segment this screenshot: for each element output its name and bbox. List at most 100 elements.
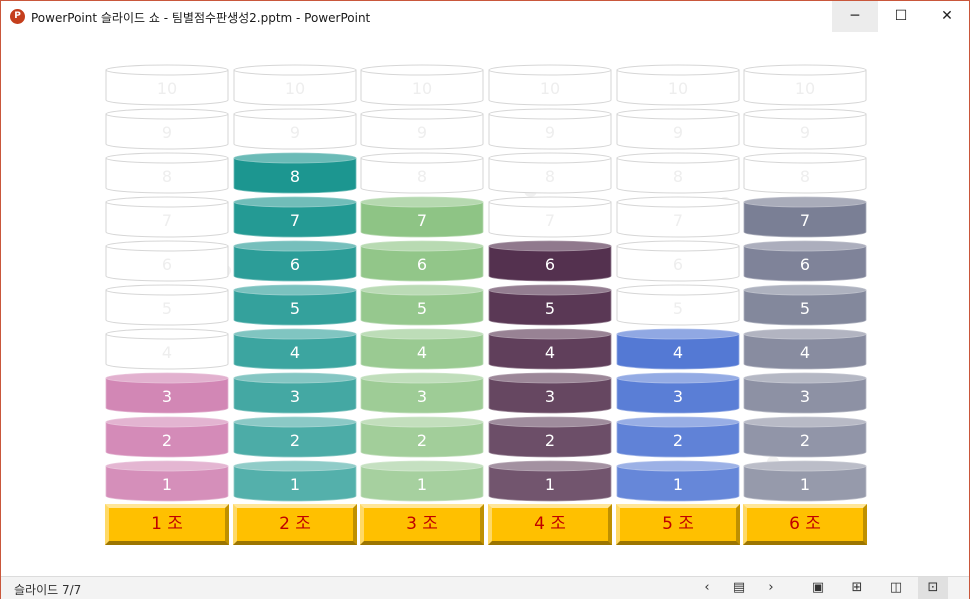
score-block-empty[interactable]: 8: [488, 152, 612, 194]
score-block-filled[interactable]: 2: [616, 416, 740, 458]
maximize-button[interactable]: ☐: [878, 1, 924, 32]
score-block-filled[interactable]: 1: [488, 460, 612, 502]
score-block-filled[interactable]: 5: [360, 284, 484, 326]
score-block-empty[interactable]: 8: [360, 152, 484, 194]
score-block-filled[interactable]: 3: [488, 372, 612, 414]
score-level-label: 5: [289, 299, 301, 318]
score-block-filled[interactable]: 1: [105, 460, 229, 502]
score-block-empty[interactable]: 10: [105, 64, 229, 106]
score-block-filled[interactable]: 6: [233, 240, 357, 282]
score-level-label: 10: [284, 79, 306, 98]
score-block-empty[interactable]: 8: [105, 152, 229, 194]
score-block-filled[interactable]: 3: [233, 372, 357, 414]
score-level-label: 4: [289, 343, 301, 362]
score-level-label: 7: [544, 211, 556, 230]
title-bar: P PowerPoint 슬라이드 쇼 - 팀별점수판생성2.pptm - Po…: [1, 1, 969, 32]
score-block-empty[interactable]: 10: [616, 64, 740, 106]
reading-view-button[interactable]: ◫: [881, 577, 911, 599]
slide-canvas[interactable]: 10 9 8 7 6 5 4 3 2 1 1 조 10 9 8 7 6 5 4 3 2 1 2 조 10 9 8 7 6 5 4 3 2 1 3…: [1, 32, 969, 576]
team-button[interactable]: 6 조: [743, 504, 867, 545]
score-block-filled[interactable]: 5: [743, 284, 867, 326]
score-level-label: 9: [672, 123, 684, 142]
score-block-empty[interactable]: 6: [105, 240, 229, 282]
score-block-empty[interactable]: 9: [488, 108, 612, 150]
score-level-label: 6: [544, 255, 556, 274]
score-block-filled[interactable]: 6: [488, 240, 612, 282]
score-level-label: 2: [672, 431, 684, 450]
score-block-empty[interactable]: 10: [743, 64, 867, 106]
score-level-label: 4: [544, 343, 556, 362]
score-block-filled[interactable]: 3: [360, 372, 484, 414]
score-level-label: 1: [161, 475, 173, 494]
score-block-filled[interactable]: 2: [105, 416, 229, 458]
score-block-filled[interactable]: 2: [743, 416, 867, 458]
score-level-label: 6: [416, 255, 428, 274]
score-block-filled[interactable]: 5: [233, 284, 357, 326]
score-level-label: 4: [161, 343, 173, 362]
score-block-filled[interactable]: 4: [360, 328, 484, 370]
score-block-filled[interactable]: 4: [233, 328, 357, 370]
score-block-empty[interactable]: 8: [616, 152, 740, 194]
team-button[interactable]: 5 조: [616, 504, 740, 545]
score-block-filled[interactable]: 8: [233, 152, 357, 194]
previous-slide-button[interactable]: ‹: [692, 577, 722, 599]
score-block-empty[interactable]: 9: [616, 108, 740, 150]
score-level-label: 3: [672, 387, 684, 406]
score-block-empty[interactable]: 9: [233, 108, 357, 150]
score-level-label: 2: [289, 431, 301, 450]
score-block-empty[interactable]: 10: [488, 64, 612, 106]
score-block-empty[interactable]: 6: [616, 240, 740, 282]
score-block-empty[interactable]: 9: [105, 108, 229, 150]
team-button[interactable]: 4 조: [488, 504, 612, 545]
score-block-empty[interactable]: 8: [743, 152, 867, 194]
score-block-empty[interactable]: 5: [616, 284, 740, 326]
score-level-label: 8: [799, 167, 811, 186]
score-block-filled[interactable]: 1: [616, 460, 740, 502]
score-block-empty[interactable]: 9: [360, 108, 484, 150]
score-block-filled[interactable]: 2: [360, 416, 484, 458]
team-button[interactable]: 3 조: [360, 504, 484, 545]
score-block-filled[interactable]: 7: [743, 196, 867, 238]
score-block-empty[interactable]: 7: [616, 196, 740, 238]
score-block-filled[interactable]: 4: [488, 328, 612, 370]
score-block-filled[interactable]: 5: [488, 284, 612, 326]
score-block-filled[interactable]: 3: [105, 372, 229, 414]
score-block-empty[interactable]: 5: [105, 284, 229, 326]
score-block-filled[interactable]: 3: [743, 372, 867, 414]
score-level-label: 2: [799, 431, 811, 450]
score-level-label: 1: [544, 475, 556, 494]
score-block-filled[interactable]: 7: [233, 196, 357, 238]
score-block-empty[interactable]: 10: [360, 64, 484, 106]
score-block-empty[interactable]: 4: [105, 328, 229, 370]
score-block-filled[interactable]: 2: [488, 416, 612, 458]
score-block-filled[interactable]: 3: [616, 372, 740, 414]
score-block-filled[interactable]: 1: [233, 460, 357, 502]
score-level-label: 2: [416, 431, 428, 450]
score-block-filled[interactable]: 6: [360, 240, 484, 282]
minimize-button[interactable]: ─: [832, 1, 878, 32]
score-level-label: 6: [799, 255, 811, 274]
slideshow-view-button[interactable]: ⊡: [918, 577, 948, 599]
score-block-filled[interactable]: 4: [616, 328, 740, 370]
score-block-empty[interactable]: 7: [105, 196, 229, 238]
score-block-empty[interactable]: 10: [233, 64, 357, 106]
score-block-filled[interactable]: 1: [360, 460, 484, 502]
normal-view-button[interactable]: ▣: [803, 577, 833, 599]
score-level-label: 4: [799, 343, 811, 362]
score-block-empty[interactable]: 7: [488, 196, 612, 238]
score-block-filled[interactable]: 1: [743, 460, 867, 502]
score-block-filled[interactable]: 4: [743, 328, 867, 370]
score-block-filled[interactable]: 2: [233, 416, 357, 458]
close-button[interactable]: ✕: [924, 1, 970, 32]
score-block-filled[interactable]: 7: [360, 196, 484, 238]
score-block-empty[interactable]: 9: [743, 108, 867, 150]
score-level-label: 3: [799, 387, 811, 406]
score-level-label: 6: [161, 255, 173, 274]
slides-menu-button[interactable]: ▤: [724, 577, 754, 599]
slide-sorter-view-button[interactable]: ⊞: [842, 577, 872, 599]
score-level-label: 9: [544, 123, 556, 142]
score-block-filled[interactable]: 6: [743, 240, 867, 282]
next-slide-button[interactable]: ›: [756, 577, 786, 599]
team-button[interactable]: 2 조: [233, 504, 357, 545]
team-button[interactable]: 1 조: [105, 504, 229, 545]
